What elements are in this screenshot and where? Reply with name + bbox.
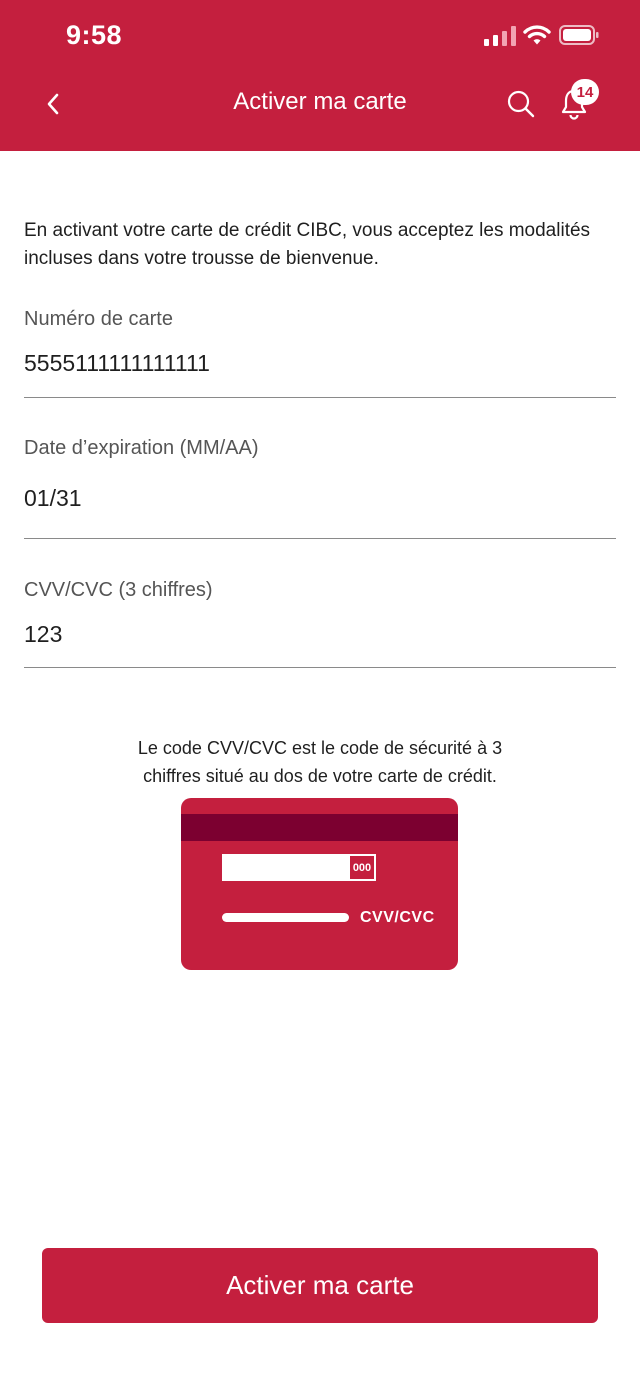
expiry-date-field: Date d’expiration (MM/AA): [24, 435, 616, 539]
cvv-label: CVV/CVC (3 chiffres): [24, 579, 213, 601]
page-title: Activer ma carte: [233, 88, 407, 115]
card-signature-panel: [222, 854, 349, 881]
card-number-field: Numéro de carte: [24, 306, 616, 398]
cvv-field: CVV/CVC (3 chiffres): [24, 577, 616, 668]
back-button[interactable]: [36, 84, 70, 124]
battery-icon: [559, 25, 599, 45]
app-header: 9:58 Activer ma carte 14: [0, 0, 640, 151]
card-cvv-label: CVV/CVC: [360, 909, 435, 926]
card-line: [222, 913, 349, 922]
card-back-illustration: 000 CVV/CVC: [181, 798, 458, 970]
cvv-help-text: Le code CVV/CVC est le code de sécurité …: [80, 734, 560, 790]
search-icon: [507, 90, 535, 118]
signal-icon: [484, 26, 516, 46]
status-time: 9:58: [66, 20, 123, 50]
expiry-date-label: Date d’expiration (MM/AA): [24, 437, 259, 459]
wifi-icon: [523, 25, 551, 45]
card-magnetic-stripe: [181, 814, 458, 841]
card-security-code: 000: [348, 854, 376, 881]
notification-badge: 14: [571, 79, 599, 105]
cvv-help-line-1: Le code CVV/CVC est le code de sécurité …: [137, 738, 503, 758]
cvv-input[interactable]: [24, 621, 616, 648]
intro-text: En activant votre carte de crédit CIBC, …: [24, 220, 591, 269]
cvv-help-line-2: chiffres situé au dos de votre carte de …: [143, 766, 497, 786]
card-number-label: Numéro de carte: [24, 308, 173, 330]
card-number-input[interactable]: [24, 350, 616, 377]
expiry-date-input[interactable]: [24, 485, 616, 512]
activate-card-button[interactable]: Activer ma carte: [42, 1248, 598, 1323]
search-button[interactable]: [501, 84, 541, 124]
chevron-left-icon: [47, 93, 59, 115]
